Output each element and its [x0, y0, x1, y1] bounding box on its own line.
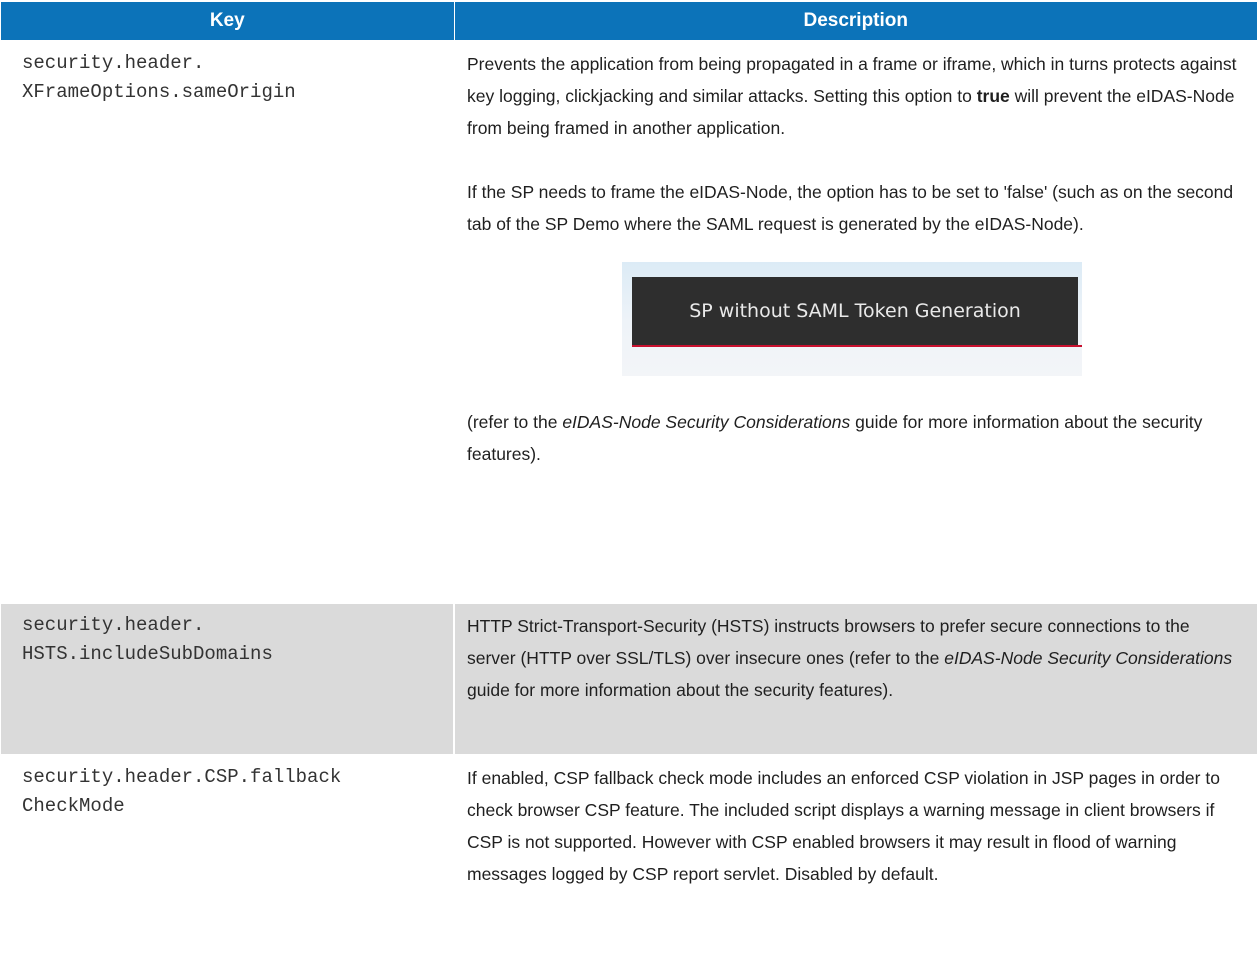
key-line: security.header.: [22, 52, 205, 74]
description-cell: If enabled, CSP fallback check mode incl…: [454, 754, 1257, 944]
key-cell: security.header. XFrameOptions.sameOrigi…: [1, 40, 455, 603]
key-line: security.header.: [22, 614, 205, 636]
key-column-header: Key: [1, 2, 455, 41]
table-row: security.header.CSP.fallback CheckMode I…: [1, 754, 1257, 944]
key-cell: security.header. HSTS.includeSubDomains: [1, 602, 455, 755]
config-table: Key Description security.header. XFrameO…: [1, 2, 1257, 944]
description-paragraph: Prevents the application from being prop…: [467, 54, 1237, 138]
table-row: security.header. HSTS.includeSubDomains …: [1, 602, 1257, 755]
guide-title: eIDAS-Node Security Considerations: [562, 412, 851, 432]
description-paragraph: If enabled, CSP fallback check mode incl…: [467, 768, 1220, 884]
key-line: security.header.CSP.fallback: [22, 766, 342, 788]
key-cell: security.header.CSP.fallback CheckMode: [1, 754, 455, 944]
sp-tab-label: SP without SAML Token Generation: [632, 277, 1078, 345]
description-paragraph: (refer to the eIDAS-Node Security Consid…: [467, 412, 1203, 464]
guide-title: eIDAS-Node Security Considerations: [944, 648, 1233, 668]
description-paragraph: HTTP Strict-Transport-Security (HSTS) in…: [467, 616, 1233, 700]
description-cell: HTTP Strict-Transport-Security (HSTS) in…: [454, 602, 1257, 755]
table-header-row: Key Description: [1, 2, 1257, 41]
key-line: CheckMode: [22, 795, 125, 817]
description-cell: Prevents the application from being prop…: [454, 40, 1257, 603]
description-column-header: Description: [454, 2, 1257, 41]
bold-value: true: [976, 86, 1010, 106]
tab-underline: [632, 345, 1082, 347]
table-row: security.header. XFrameOptions.sameOrigi…: [1, 40, 1257, 603]
key-line: HSTS.includeSubDomains: [22, 643, 273, 665]
description-paragraph: If the SP needs to frame the eIDAS-Node,…: [467, 182, 1234, 234]
key-line: XFrameOptions.sameOrigin: [22, 81, 296, 103]
sp-demo-tab-screenshot: SP without SAML Token Generation: [622, 262, 1082, 376]
